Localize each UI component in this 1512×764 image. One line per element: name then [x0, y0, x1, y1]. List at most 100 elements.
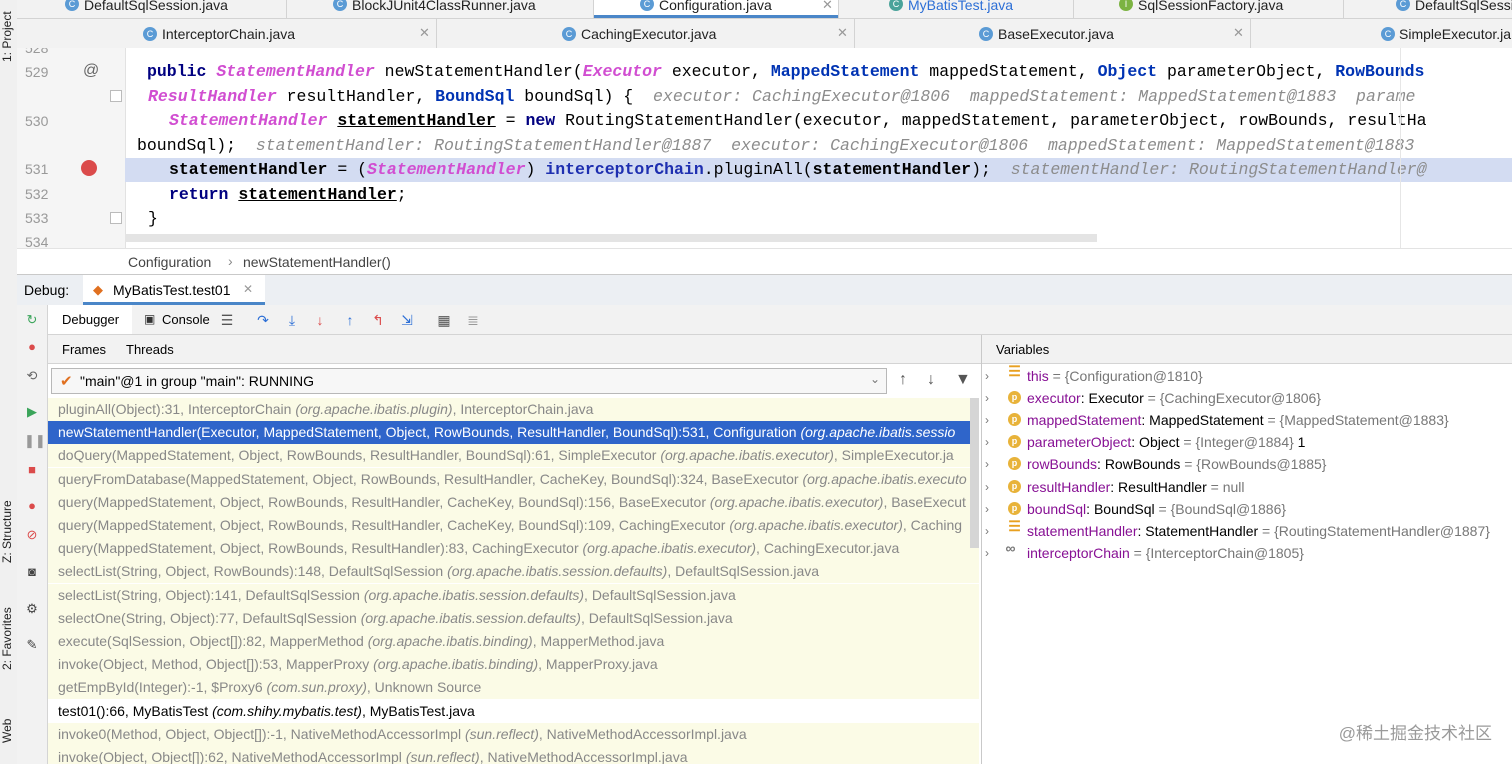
stack-frame-row[interactable]: query(MappedStatement, Object, RowBounds… — [48, 514, 979, 537]
expand-chevron-icon[interactable]: › — [985, 387, 989, 409]
close-session-icon[interactable]: ✕ — [243, 282, 253, 296]
stack-frame-list[interactable]: pluginAll(Object):31, InterceptorChain (… — [48, 398, 979, 764]
stack-frame-row[interactable]: invoke0(Method, Object, Object[]):-1, Na… — [48, 722, 979, 746]
variable-row[interactable]: › ∞ interceptorChain = {InterceptorChain@1… — [982, 541, 1512, 564]
settings-gear-icon[interactable]: ⚙ — [24, 601, 40, 617]
stack-frame-row[interactable]: getEmpById(Integer):-1, $Proxy6 (com.sun… — [48, 676, 979, 700]
structure-tool-button[interactable]: Z: Structure — [0, 488, 17, 563]
expand-chevron-icon[interactable]: › — [985, 431, 989, 453]
stack-frame-row[interactable]: query(MappedStatement, Object, RowBounds… — [48, 490, 979, 514]
fold-icon[interactable] — [110, 212, 122, 224]
project-tool-button[interactable]: 1: Project — [0, 2, 17, 62]
variable-row[interactable]: › p boundSql: BoundSql = {BoundSql@1886} — [982, 498, 1512, 520]
expand-chevron-icon[interactable]: › — [985, 453, 989, 475]
stack-frame-row[interactable]: selectOne(String, Object):77, DefaultSql… — [48, 606, 979, 630]
variable-row[interactable]: › p parameterObject: Object = {Integer@188… — [982, 431, 1512, 453]
variable-row[interactable]: › p mappedStatement: MappedStatement = {Ma… — [982, 409, 1512, 431]
tab-cachingexecutor[interactable]: C CachingExecutor.java ✕ — [437, 19, 855, 48]
expand-chevron-icon[interactable]: › — [985, 476, 989, 498]
stop-icon[interactable]: ■ — [24, 462, 40, 478]
tab-configuration[interactable]: C Configuration.java ✕ — [594, 0, 839, 18]
tab-debugger[interactable]: Debugger — [48, 305, 132, 334]
stack-frame-row[interactable]: execute(SqlSession, Object[]):82, Mapper… — [48, 630, 979, 653]
evaluate-expression-icon[interactable]: ▦ — [435, 311, 453, 329]
variable-row[interactable]: › ☰ this = {Configuration@1810} — [982, 364, 1512, 387]
tab-baseexecutor[interactable]: C BaseExecutor.java ✕ — [855, 19, 1251, 48]
breakpoint-icon[interactable] — [81, 160, 97, 176]
stack-frame-row[interactable]: newStatementHandler(Executor, MappedStat… — [48, 421, 979, 445]
tab-mybatistest[interactable]: C MyBatisTest.java — [839, 0, 1074, 18]
drop-frame-icon[interactable]: ↰ — [369, 311, 387, 329]
variable-row[interactable]: › ☰ statementHandler: StatementHandler = {… — [982, 519, 1512, 542]
line-number: 531 — [25, 161, 49, 177]
thread-select-value: "main"@1 in group "main": RUNNING — [80, 373, 315, 389]
fold-icon[interactable] — [110, 90, 122, 102]
step-into-icon[interactable]: ↓ — [311, 311, 329, 329]
tab-blockjunit4classrunner[interactable]: C BlockJUnit4ClassRunner.java — [287, 0, 594, 18]
layout-menu-icon[interactable]: ☰ — [218, 311, 236, 329]
stack-frame-row[interactable]: pluginAll(Object):31, InterceptorChain (… — [48, 398, 979, 421]
close-tab-icon[interactable]: ✕ — [419, 25, 430, 41]
stack-frame-row[interactable]: selectList(String, Object, RowBounds):14… — [48, 560, 979, 584]
class-file-icon: C — [640, 0, 654, 11]
tab-interceptorchain[interactable]: C InterceptorChain.java ✕ — [17, 19, 437, 48]
next-frame-icon[interactable]: ↓ — [927, 371, 935, 389]
stack-frame-row[interactable]: invoke(Object, Method, Object[]):53, Map… — [48, 653, 979, 677]
expand-chevron-icon[interactable]: › — [985, 365, 989, 387]
expand-chevron-icon[interactable]: › — [985, 498, 989, 520]
show-execution-point-icon[interactable]: ↷ — [254, 311, 272, 329]
inline-debug-hint: executor: CachingExecutor@1806 mappedSta… — [633, 87, 1416, 106]
tab-threads[interactable]: Threads — [126, 342, 174, 357]
breadcrumb-method[interactable]: newStatementHandler() — [243, 254, 391, 270]
override-marker-icon[interactable]: @ — [83, 62, 99, 80]
trace-icon[interactable]: ≣ — [464, 311, 482, 329]
stack-frame-row[interactable]: queryFromDatabase(MappedStatement, Objec… — [48, 467, 979, 491]
variable-row[interactable]: › p rowBounds: RowBounds = {RowBounds@1885… — [982, 453, 1512, 475]
filter-icon[interactable]: ▼ — [955, 371, 971, 389]
frames-scrollbar[interactable] — [970, 398, 979, 548]
param: mappedStatement, — [919, 62, 1098, 81]
expand-chevron-icon[interactable]: › — [985, 542, 989, 564]
restore-layout-icon[interactable]: ⟲ — [24, 368, 40, 384]
stack-frame-row[interactable]: selectList(String, Object):141, DefaultS… — [48, 583, 979, 607]
tab-console[interactable]: ▣ Console — [140, 305, 214, 334]
pause-icon[interactable]: ❚❚ — [24, 433, 46, 449]
expand-chevron-icon[interactable]: › — [985, 409, 989, 431]
mute-breakpoints-icon[interactable]: ⊘ — [24, 527, 40, 543]
stack-frame-row[interactable]: invoke(Object, Object[]):62, NativeMetho… — [48, 746, 979, 764]
pin-icon[interactable]: ✎ — [24, 637, 40, 653]
tab-defaultsqlsession[interactable]: C DefaultSqlSession.java — [17, 0, 287, 18]
expand-chevron-icon[interactable]: › — [985, 520, 989, 542]
variable-row[interactable]: › p resultHandler: ResultHandler = null — [982, 476, 1512, 498]
frame-file: , BaseExecut — [883, 493, 966, 510]
thread-selector[interactable]: ✔ "main"@1 in group "main": RUNNING ⌄ — [51, 368, 887, 394]
debug-session-tab[interactable]: ◆ MyBatisTest.test01 ✕ — [83, 275, 265, 305]
frame-file: , DefaultSqlSession.java — [667, 563, 820, 580]
stack-frame-row[interactable]: query(MappedStatement, Object, RowBounds… — [48, 537, 979, 561]
editor-gutter[interactable]: 528 529 530 531 532 533 534 @ — [17, 48, 126, 248]
close-tab-icon[interactable]: ✕ — [822, 0, 833, 13]
view-breakpoints-icon[interactable]: ● — [24, 498, 40, 514]
tab-frames[interactable]: Frames — [62, 342, 106, 357]
favorites-tool-button[interactable]: 2: Favorites — [0, 600, 17, 670]
web-tool-button[interactable]: Web — [0, 703, 17, 743]
variable-row[interactable]: › p executor: Executor = {CachingExecutor@… — [982, 387, 1512, 409]
close-tab-icon[interactable]: ✕ — [1233, 25, 1244, 41]
code-editor[interactable]: 528 529 530 531 532 533 534 @ public Sta… — [17, 48, 1512, 248]
stack-frame-row[interactable]: doQuery(MappedStatement, Object, RowBoun… — [48, 444, 979, 468]
resume-icon[interactable]: ▶ — [24, 404, 40, 420]
tab-defaultsqlsession-2[interactable]: C DefaultSqlSessi — [1344, 0, 1512, 18]
run-to-cursor-icon[interactable]: ⇲ — [398, 311, 416, 329]
camera-icon[interactable]: ◙ — [24, 564, 40, 580]
previous-frame-icon[interactable]: ↑ — [899, 371, 907, 389]
breadcrumb-class[interactable]: Configuration — [128, 254, 211, 270]
tab-sqlsessionfactory[interactable]: I SqlSessionFactory.java — [1074, 0, 1344, 18]
rerun-icon[interactable]: ↻ — [24, 312, 40, 328]
breakpoints-count-icon[interactable]: ● — [24, 339, 40, 355]
step-out-icon[interactable]: ↑ — [341, 311, 359, 329]
close-tab-icon[interactable]: ✕ — [837, 25, 848, 41]
tab-simpleexecutor[interactable]: C SimpleExecutor.ja — [1251, 19, 1512, 48]
horizontal-scrollbar[interactable] — [125, 234, 1097, 242]
stack-frame-row[interactable]: test01():66, MyBatisTest (com.shihy.myba… — [48, 699, 979, 723]
step-over-icon[interactable]: ⤓ — [283, 311, 301, 329]
